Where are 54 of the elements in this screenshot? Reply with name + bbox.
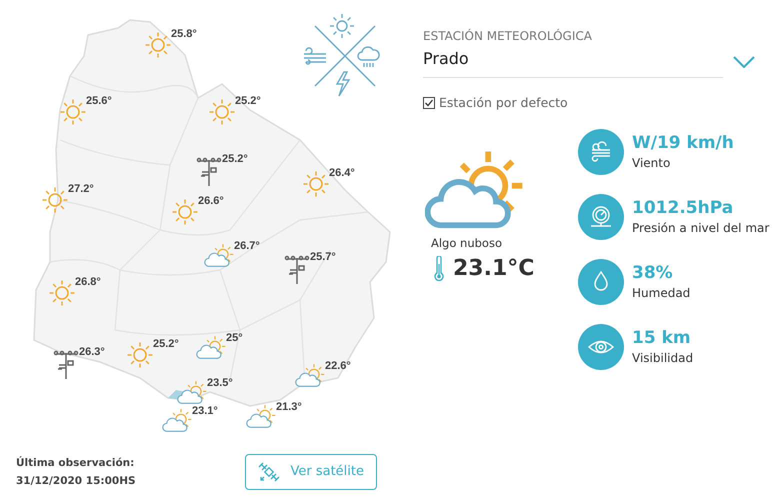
temperature-label: 26.4° [329, 166, 355, 181]
temperature-label: 23.1° [192, 404, 218, 419]
temperature-label: 25.8° [171, 27, 197, 42]
partly-cloudy-icon [295, 364, 325, 388]
stat-label: Humedad [632, 284, 690, 302]
condition-text: Algo nuboso [430, 234, 503, 252]
temperature-label: 25.2° [222, 152, 248, 167]
sun-icon [127, 342, 153, 368]
temperature-label: 27.2° [68, 182, 94, 197]
weather-station-icon [196, 157, 222, 187]
sun-icon [42, 187, 68, 213]
partly-cloudy-icon [425, 150, 525, 231]
stat-value: 15 km [632, 326, 692, 349]
partly-cloudy-icon [177, 381, 207, 405]
temperature-label: 22.6° [325, 359, 351, 374]
sun-icon [60, 99, 86, 125]
temperature-label: 25.6° [86, 94, 112, 109]
temperature-label: 23.5° [207, 376, 233, 391]
sun-icon [172, 199, 198, 225]
stat-label: Presión a nivel del mar [632, 220, 770, 237]
weather-station-icon [53, 350, 79, 380]
partly-cloudy-icon [204, 244, 234, 268]
temperature-label: 26.6° [198, 194, 224, 209]
checkbox-label: Estación por defecto [439, 94, 568, 112]
temperature-label: 26.3° [79, 345, 105, 360]
partly-cloudy-icon [246, 405, 276, 429]
stat-value: 38% [632, 262, 674, 284]
temperature-label: 26.8° [75, 275, 101, 290]
temperature-label: 26.7° [234, 239, 260, 254]
partly-cloudy-icon [196, 336, 226, 360]
stat-label: Visibilidad [632, 350, 694, 367]
temperature-label: 25.2° [235, 94, 261, 109]
current-temperature: 23.1°C [453, 255, 534, 283]
weather-station-icon [284, 255, 310, 285]
sun-icon [145, 32, 171, 58]
sun-icon [209, 99, 235, 125]
temperature-label: 25.7° [310, 250, 336, 265]
station-select[interactable]: Prado [423, 45, 723, 78]
station-label: ESTACIÓN METEOROLÓGICA [423, 28, 593, 45]
temperature-label: 25.2° [153, 337, 179, 352]
stat-label: Viento [632, 154, 672, 172]
satellite-icon [258, 461, 280, 483]
observation-label: Última observación: [16, 455, 136, 471]
sun-icon [303, 171, 329, 197]
partly-cloudy-icon [162, 409, 192, 433]
thermometer-icon [433, 256, 445, 282]
checkbox[interactable] [423, 97, 435, 110]
observation-time: 31/12/2020 15:00HS [16, 474, 136, 489]
temperature-label: 25° [226, 331, 243, 346]
temperature-label: 21.3° [276, 400, 302, 415]
stat-value: W/19 km/h [632, 132, 734, 154]
stat-value: 1012.5hPa [632, 196, 734, 219]
sun-icon [49, 280, 75, 306]
chevron-icon[interactable] [733, 56, 755, 68]
